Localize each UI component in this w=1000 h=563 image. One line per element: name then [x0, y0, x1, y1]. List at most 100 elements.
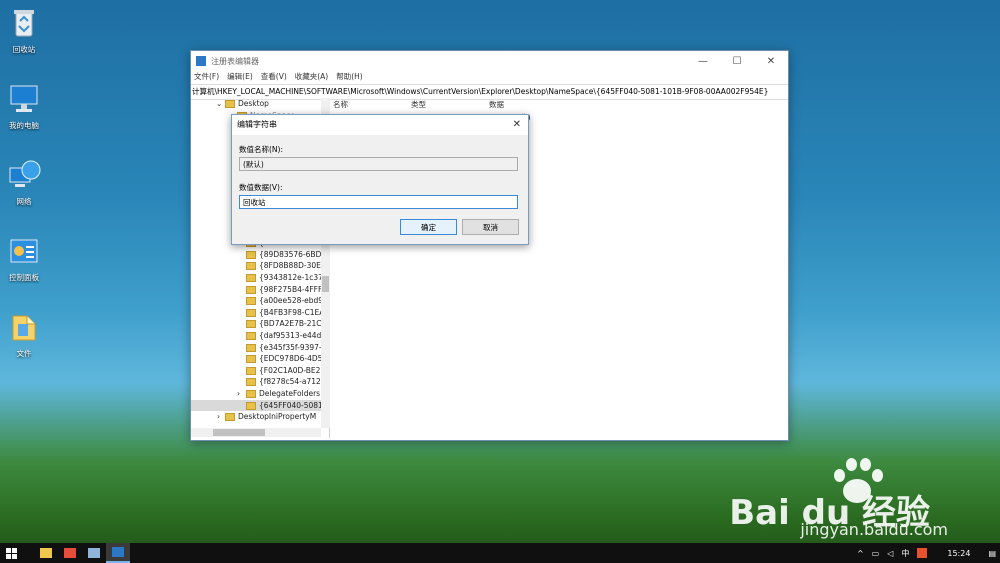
menu-view[interactable]: 查看(V)	[261, 71, 287, 84]
column-data[interactable]: 数据	[489, 99, 567, 110]
app-icon	[64, 548, 76, 558]
chevron-right-icon: ›	[217, 412, 220, 422]
regedit-window: 注册表编辑器 — ☐ ✕ 文件(F) 编辑(E) 查看(V) 收藏夹(A) 帮助…	[190, 50, 789, 441]
network-icon	[7, 158, 41, 192]
tree-item[interactable]: › DelegateFolders	[191, 388, 329, 400]
desktop-icon-file[interactable]: 文件	[2, 310, 46, 359]
scroll-thumb[interactable]	[322, 276, 329, 292]
tree-item[interactable]: {BD7A2E7B-21CB	[191, 318, 329, 330]
tree-item[interactable]: {B4FB3F98-C1EA	[191, 307, 329, 319]
folder-icon	[246, 355, 256, 364]
chevron-right-icon: ›	[237, 388, 240, 398]
edit-string-dialog: 编辑字符串 ✕ 数值名称(N): (默认) 数值数据(V): 回收站 确定 取消	[231, 114, 529, 245]
sogou-icon[interactable]	[917, 548, 928, 558]
folder-icon	[246, 297, 256, 306]
recycle-bin-icon	[7, 6, 41, 40]
taskbar-app[interactable]	[58, 543, 82, 563]
computer-icon	[7, 82, 41, 116]
value-name-label: 数值名称(N):	[239, 145, 283, 154]
value-data-label: 数值数据(V):	[239, 183, 283, 192]
tree-item[interactable]: ⌄ Desktop	[191, 98, 329, 110]
taskbar-regedit[interactable]	[106, 543, 130, 563]
desktop-icon-control-panel[interactable]: 控制面板	[2, 234, 46, 283]
window-title: 注册表编辑器	[211, 56, 259, 66]
tree-item[interactable]: {F02C1A0D-BE2	[191, 365, 329, 377]
regedit-icon	[196, 56, 206, 66]
folder-icon	[225, 100, 235, 108]
column-name[interactable]: 名称	[333, 99, 411, 110]
folder-icon	[246, 262, 256, 271]
folder-icon	[246, 366, 256, 375]
folder-icon	[246, 343, 256, 352]
folder-icon	[246, 320, 256, 329]
tree-item[interactable]: {9343812e-1c37	[191, 272, 329, 284]
tree-item[interactable]: {98F275B4-4FFF	[191, 284, 329, 296]
folder-icon	[246, 273, 256, 282]
baidu-jingyan-url: jingyan.baidu.com	[800, 520, 948, 539]
menu-file[interactable]: 文件(F)	[194, 71, 219, 84]
notification-icon[interactable]: ▤	[988, 549, 996, 558]
tree-item[interactable]: {e345f35f-9397-	[191, 342, 329, 354]
tree-item[interactable]: › DesktopIniPropertyM	[191, 411, 329, 423]
windows-icon	[5, 547, 17, 559]
folder-icon	[246, 389, 256, 398]
taskbar-file-explorer[interactable]	[34, 543, 58, 563]
chevron-down-icon: ⌄	[216, 99, 223, 108]
desktop-icon-label: 控制面板	[9, 273, 39, 282]
dialog-title: 编辑字符串	[237, 120, 277, 129]
menu-edit[interactable]: 编辑(E)	[227, 71, 253, 84]
start-button[interactable]	[0, 543, 22, 563]
desktop-icon-label: 回收站	[12, 45, 36, 54]
folder-icon	[40, 548, 52, 558]
folder-icon	[7, 310, 41, 344]
scroll-thumb[interactable]	[213, 429, 265, 436]
desktop-icon-label: 网络	[16, 197, 32, 206]
ok-button[interactable]: 确定	[400, 219, 457, 235]
desktop-icon-network[interactable]: 网络	[2, 158, 46, 207]
cancel-button[interactable]: 取消	[462, 219, 519, 235]
tree-item-selected[interactable]: {645FF040-5081	[191, 399, 329, 412]
desktop-icon-label: 我的电脑	[9, 121, 39, 130]
tree-item[interactable]: {EDC978D6-4D5	[191, 353, 329, 365]
value-list-header: 名称 类型 数据	[333, 99, 567, 110]
menu-favorites[interactable]: 收藏夹(A)	[295, 71, 328, 84]
desktop-icon-label: 文件	[16, 349, 32, 358]
folder-icon	[246, 378, 256, 387]
folder-icon	[246, 331, 256, 340]
regedit-icon	[112, 547, 124, 557]
desktop-icon-computer[interactable]: 我的电脑	[2, 82, 46, 131]
app-icon	[88, 548, 100, 558]
tree-item[interactable]: {a00ee528-ebd9	[191, 295, 329, 307]
control-panel-icon	[7, 234, 41, 268]
dialog-close-icon[interactable]: ✕	[513, 115, 521, 135]
clock[interactable]: 15:24	[947, 549, 970, 558]
desktop-icon-recycle-bin[interactable]: 回收站	[2, 6, 46, 55]
tree-item[interactable]: {8FD8B88D-30E	[191, 260, 329, 272]
close-button[interactable]: ✕	[754, 56, 788, 67]
system-tray: ^ ▭ ◁ 中 15:24 ▤	[853, 548, 1000, 559]
minimize-button[interactable]: —	[686, 56, 720, 67]
network-icon[interactable]: ▭	[872, 549, 880, 558]
tree-item[interactable]: {daf95313-e44d	[191, 330, 329, 342]
tree-horizontal-scrollbar[interactable]	[191, 428, 321, 437]
value-name-field: (默认)	[239, 157, 518, 171]
tree-item[interactable]: {f8278c54-a712-	[191, 376, 329, 388]
folder-icon	[246, 401, 256, 410]
maximize-button[interactable]: ☐	[720, 56, 754, 67]
folder-icon	[246, 285, 256, 294]
ime-indicator[interactable]: 中	[901, 548, 909, 559]
chevron-up-icon[interactable]: ^	[857, 549, 864, 558]
value-data-input[interactable]: 回收站	[239, 195, 518, 209]
volume-icon[interactable]: ◁	[887, 549, 893, 558]
menu-bar: 文件(F) 编辑(E) 查看(V) 收藏夹(A) 帮助(H)	[191, 71, 788, 84]
folder-icon	[225, 413, 235, 422]
dialog-title-bar[interactable]: 编辑字符串 ✕	[232, 115, 528, 135]
taskbar-app[interactable]	[82, 543, 106, 563]
title-bar[interactable]: 注册表编辑器 — ☐ ✕	[191, 51, 788, 71]
taskbar: ^ ▭ ◁ 中 15:24 ▤	[0, 543, 1000, 563]
tree-item[interactable]: {89D83576-6BD	[191, 249, 329, 261]
folder-icon	[246, 250, 256, 259]
column-type[interactable]: 类型	[411, 99, 489, 110]
folder-icon	[246, 308, 256, 317]
menu-help[interactable]: 帮助(H)	[336, 71, 363, 84]
